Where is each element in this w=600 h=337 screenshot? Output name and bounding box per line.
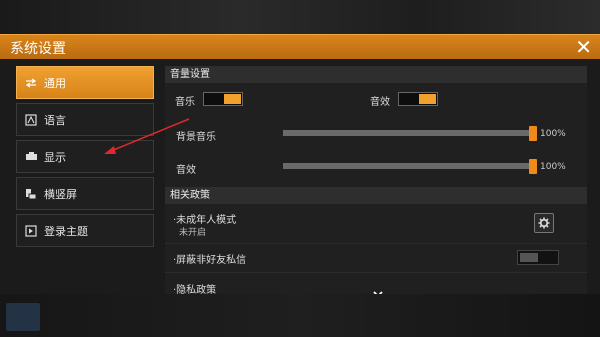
toggle-knob	[419, 94, 436, 104]
bgm-slider-thumb[interactable]	[529, 126, 537, 141]
chevron-down-icon[interactable]	[372, 283, 384, 294]
bgm-value: 100%	[540, 129, 566, 139]
minor-mode-label: ·未成年人模式	[173, 215, 237, 226]
display-icon	[24, 150, 38, 164]
language-icon	[24, 113, 38, 127]
sfx-label: 音效	[370, 97, 390, 108]
window-title: 系统设置	[10, 41, 66, 57]
minor-mode-status: 未开启	[179, 228, 207, 238]
close-icon[interactable]: ✕	[575, 35, 592, 59]
sidebar-item-display[interactable]: 显示	[16, 140, 154, 173]
effect-slider[interactable]	[283, 163, 533, 169]
block-pm-label: ·屏蔽非好友私信	[173, 255, 247, 266]
block-pm-toggle[interactable]	[517, 250, 559, 265]
divider	[165, 243, 587, 244]
toggle-knob	[520, 253, 538, 262]
sidebar-item-label: 登录主题	[44, 224, 88, 238]
sidebar-item-login-theme[interactable]: 登录主题	[16, 214, 154, 247]
background-bottom	[0, 294, 600, 337]
background-element	[6, 303, 40, 331]
title-bar: 系统设置 ✕	[0, 34, 600, 60]
sfx-toggle[interactable]	[398, 92, 438, 106]
sidebar-item-label: 通用	[44, 76, 66, 90]
sidebar: 通用 语言 显示 横竖屏 登录主题	[16, 66, 154, 251]
policy-section-header: 相关政策	[165, 187, 587, 204]
settings-content: 音量设置 音乐 音效 背景音乐 100% 音效 100% 相关政策 ·未成年人模…	[165, 66, 587, 294]
sliders-icon	[24, 76, 38, 90]
toggle-knob	[224, 94, 241, 104]
sidebar-item-label: 语言	[44, 113, 66, 127]
privacy-policy-label[interactable]: ·隐私政策	[173, 281, 216, 294]
music-label: 音乐	[175, 97, 195, 108]
divider	[165, 272, 587, 273]
sidebar-item-label: 显示	[44, 150, 66, 164]
sidebar-item-language[interactable]: 语言	[16, 103, 154, 136]
sidebar-item-general[interactable]: 通用	[16, 66, 154, 99]
theme-icon	[24, 224, 38, 238]
gear-icon[interactable]	[534, 213, 554, 233]
volume-section-header: 音量设置	[165, 66, 587, 83]
orientation-icon	[24, 187, 38, 201]
bgm-label: 背景音乐	[176, 132, 216, 143]
effect-value: 100%	[540, 162, 566, 172]
sidebar-item-label: 横竖屏	[44, 187, 77, 201]
effect-slider-thumb[interactable]	[529, 159, 537, 174]
music-toggle[interactable]	[203, 92, 243, 106]
bgm-slider[interactable]	[283, 130, 533, 136]
background-top	[0, 0, 600, 34]
sidebar-item-orientation[interactable]: 横竖屏	[16, 177, 154, 210]
effect-volume-label: 音效	[176, 165, 196, 176]
